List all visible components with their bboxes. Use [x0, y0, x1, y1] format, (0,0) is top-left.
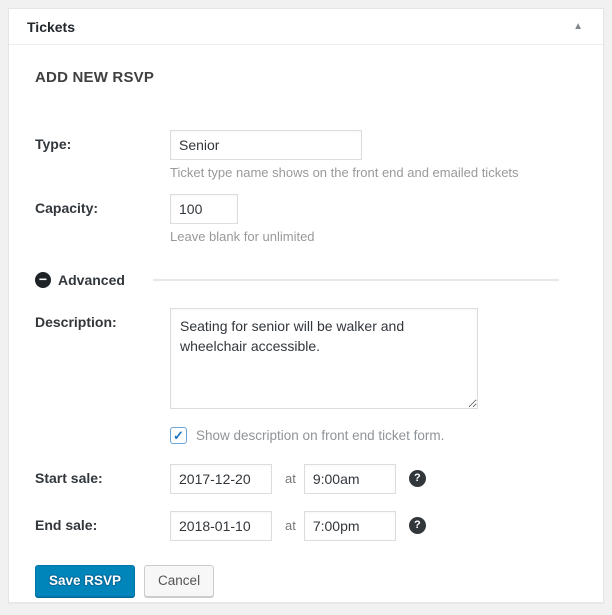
metabox-content: ADD NEW RSVP Type: Ticket type name show… [9, 45, 603, 615]
start-sale-row: Start sale: at ? [35, 464, 577, 494]
start-sale-at-label: at [285, 471, 296, 486]
show-description-option: ✓ Show description on front end ticket f… [170, 427, 577, 444]
capacity-input[interactable] [170, 194, 238, 224]
add-new-rsvp-heading: ADD NEW RSVP [35, 69, 577, 86]
type-row: Type: Ticket type name shows on the fron… [35, 130, 577, 182]
type-helper-text: Ticket type name shows on the front end … [170, 165, 577, 182]
save-rsvp-button[interactable]: Save RSVP [35, 565, 135, 597]
capacity-helper-text: Leave blank for unlimited [170, 229, 577, 246]
collapse-panel-button[interactable]: ▲ [569, 18, 587, 36]
capacity-label: Capacity: [35, 194, 170, 216]
admin-page-background: Tickets ▲ ADD NEW RSVP Type: Ticket type… [0, 0, 612, 612]
start-sale-date-input[interactable] [170, 464, 272, 494]
end-sale-row: End sale: at ? [35, 511, 577, 541]
start-sale-label: Start sale: [35, 464, 170, 486]
description-label: Description: [35, 308, 170, 330]
description-row: Description: Seating for senior will be … [35, 308, 577, 444]
type-input[interactable] [170, 130, 362, 160]
capacity-row: Capacity: Leave blank for unlimited [35, 194, 577, 246]
collapse-minus-icon: − [35, 272, 51, 288]
tickets-metabox: Tickets ▲ ADD NEW RSVP Type: Ticket type… [8, 8, 604, 603]
advanced-toggle[interactable]: − Advanced [35, 272, 125, 288]
type-label: Type: [35, 130, 170, 152]
metabox-title: Tickets [27, 19, 75, 35]
start-sale-time-input[interactable] [304, 464, 396, 494]
form-actions: Save RSVP Cancel [35, 565, 577, 597]
start-sale-help-icon[interactable]: ? [409, 470, 426, 487]
end-sale-at-label: at [285, 518, 296, 533]
collapse-arrow-icon: ▲ [573, 21, 583, 32]
advanced-divider [153, 279, 559, 281]
end-sale-label: End sale: [35, 511, 170, 533]
cancel-button[interactable]: Cancel [144, 565, 214, 597]
show-description-checkbox[interactable]: ✓ [170, 427, 187, 444]
end-sale-time-input[interactable] [304, 511, 396, 541]
tickets-metabox-header[interactable]: Tickets ▲ [9, 9, 603, 45]
advanced-label: Advanced [58, 272, 125, 288]
end-sale-date-input[interactable] [170, 511, 272, 541]
description-textarea[interactable]: Seating for senior will be walker and wh… [170, 308, 478, 409]
end-sale-help-icon[interactable]: ? [409, 517, 426, 534]
advanced-section-row: − Advanced [35, 272, 577, 288]
show-description-checkbox-label[interactable]: Show description on front end ticket for… [196, 428, 444, 443]
